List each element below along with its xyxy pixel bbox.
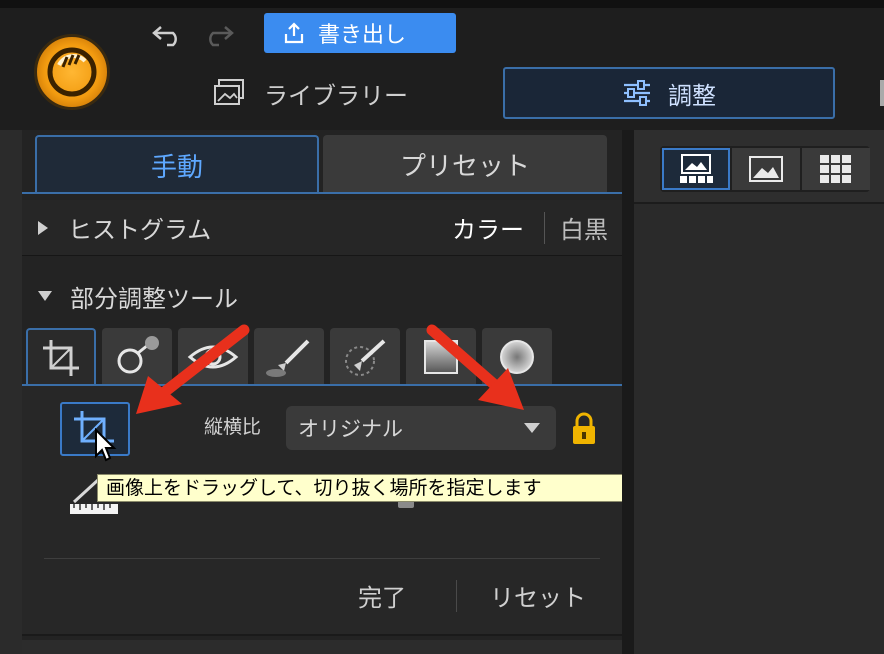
histogram-toggle-separator — [544, 212, 545, 244]
view-single-filmstrip-button[interactable] — [662, 148, 730, 190]
crop-icon — [43, 340, 79, 376]
tab-preset[interactable]: プリセット — [323, 135, 607, 193]
histogram-mono-toggle[interactable]: 白黒 — [560, 210, 608, 245]
mouse-cursor-icon — [95, 428, 117, 462]
single-image-icon — [749, 156, 783, 182]
histogram-title: ヒストグラム — [68, 216, 212, 244]
tool-tab-brush[interactable] — [254, 328, 324, 386]
aspect-ratio-label: 縦横比 — [204, 416, 262, 438]
title-strip — [0, 0, 884, 8]
tab-manual[interactable]: 手動 — [35, 135, 319, 193]
histogram-section-header[interactable]: ヒストグラム カラー 白黒 — [22, 200, 622, 256]
export-label: 書き出し — [318, 23, 407, 48]
redo-button[interactable] — [198, 18, 238, 52]
collapse-triangle-icon — [38, 291, 52, 301]
lock-icon[interactable] — [568, 410, 600, 446]
app-logo — [34, 34, 110, 110]
adjust-label: 調整 — [668, 81, 716, 110]
view-grid-button[interactable] — [802, 148, 870, 190]
histogram-color-toggle[interactable]: カラー — [452, 210, 524, 245]
tool-tab-linear-gradient[interactable] — [406, 328, 476, 386]
tab-underline — [22, 192, 622, 194]
tab-manual-label: 手動 — [150, 152, 203, 183]
undo-button[interactable] — [148, 18, 188, 52]
dropdown-caret-icon — [524, 423, 540, 433]
tool-tab-crop[interactable] — [26, 328, 96, 386]
spot-heal-icon — [117, 336, 159, 374]
radial-gradient-icon — [500, 340, 534, 374]
gradient-brush-icon — [345, 339, 386, 376]
tool-tab-radial-gradient[interactable] — [482, 328, 552, 386]
right-panel — [634, 130, 884, 654]
expand-triangle-icon — [38, 220, 48, 235]
library-label: ライブラリー — [264, 81, 408, 110]
done-button[interactable]: 完了 — [358, 578, 406, 613]
single-with-filmstrip-icon — [680, 154, 713, 183]
tab-adjust[interactable]: 調整 — [503, 67, 835, 119]
red-eye-icon — [187, 341, 239, 373]
reset-button[interactable]: リセット — [490, 578, 586, 613]
linear-gradient-icon — [424, 340, 458, 374]
sliders-icon — [624, 80, 650, 106]
tab-preset-label: プリセット — [399, 151, 530, 182]
next-tab-edge — [880, 80, 884, 106]
library-icon — [214, 79, 244, 105]
export-button[interactable]: 書き出し — [264, 13, 456, 53]
crop-tooltip: 画像上をドラッグして、切り抜く場所を指定します — [97, 474, 665, 502]
view-single-button[interactable] — [732, 148, 800, 190]
grid-icon — [820, 155, 851, 183]
tool-tab-spot-heal[interactable] — [102, 328, 172, 386]
redo-icon — [209, 26, 234, 47]
tab-library[interactable]: ライブラリー — [212, 70, 408, 116]
next-section-header — [22, 640, 622, 654]
local-tools-title: 部分調整ツール — [70, 284, 238, 313]
aspect-ratio-value: オリジナル — [298, 417, 403, 441]
local-tools-section-header[interactable]: 部分調整ツール — [22, 270, 622, 322]
tool-tab-gradient-brush[interactable] — [330, 328, 400, 386]
tool-tab-red-eye[interactable] — [178, 328, 248, 386]
undo-icon — [152, 26, 177, 47]
panel-separator — [622, 130, 634, 654]
left-gutter — [0, 130, 22, 654]
crop-divider — [44, 558, 600, 559]
aspect-ratio-select[interactable]: オリジナル — [286, 406, 556, 450]
panel-bottom-border — [22, 634, 622, 636]
upload-icon — [284, 22, 304, 44]
brush-icon — [266, 339, 310, 377]
action-separator — [456, 580, 457, 612]
